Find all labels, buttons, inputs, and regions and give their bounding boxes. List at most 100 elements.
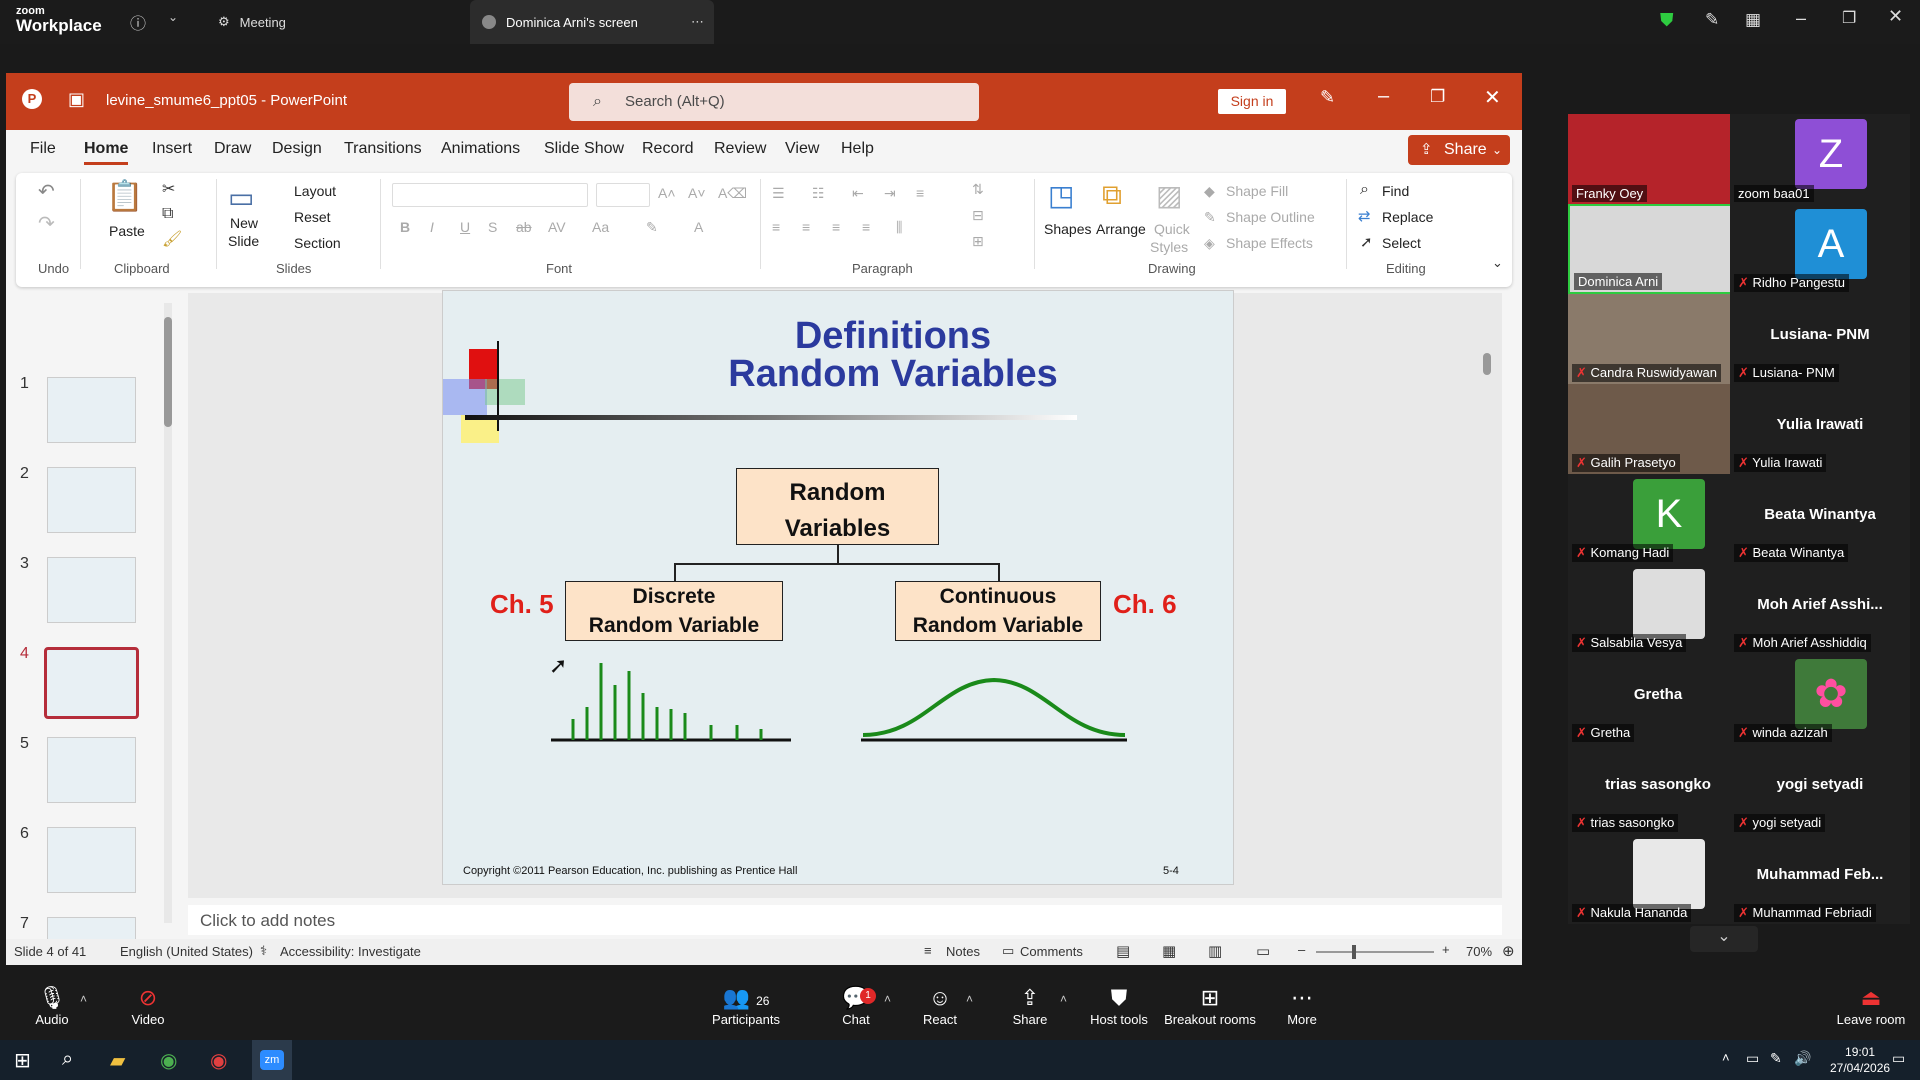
participant-tile[interactable]: Franky Oey (1568, 114, 1748, 204)
sign-in-button[interactable]: Sign in (1218, 89, 1286, 114)
shrink-font-icon[interactable]: A˅ (688, 185, 706, 201)
more-button[interactable]: ⋯ More (1284, 980, 1320, 1040)
arrange-icon[interactable]: ⧉ (1102, 179, 1122, 212)
maximize-icon[interactable]: ❐ (1842, 8, 1856, 28)
close-icon[interactable]: ✕ (1484, 85, 1501, 110)
undo-icon[interactable]: ↶ (38, 179, 55, 204)
tab-shared-screen[interactable]: Dominica Arni's screen ⋯ (470, 0, 714, 44)
audio-button[interactable]: 🎙 Audio (28, 980, 76, 1040)
shapes-icon[interactable]: ◳ (1048, 179, 1074, 212)
thumbnail-scrollbar[interactable] (164, 303, 172, 923)
tab-home[interactable]: Home (84, 140, 129, 165)
share-button[interactable]: ⇪ Share ⌄ (1408, 135, 1510, 165)
search-icon[interactable]: ⌕ (62, 1048, 73, 1071)
slide-thumbnail-4[interactable] (44, 647, 139, 719)
shape-effects-button[interactable]: Shape Effects (1226, 235, 1313, 251)
pencil-icon[interactable]: ✎ (1705, 10, 1719, 30)
minimize-icon[interactable]: – (1378, 85, 1389, 108)
participant-tile[interactable]: Gretha ✗ Gretha (1568, 654, 1748, 744)
slide-thumbnail-5[interactable] (47, 737, 136, 803)
slide-scrollbar[interactable] (1482, 303, 1492, 893)
font-color-icon[interactable]: A (694, 219, 703, 235)
restore-icon[interactable]: ❐ (1430, 87, 1445, 107)
zoom-taskbar-app[interactable]: zm (252, 1040, 292, 1080)
participant-tile[interactable]: ✗ Nakula Hananda (1568, 834, 1748, 924)
decrease-indent-icon[interactable]: ⇤ (852, 185, 864, 202)
slideshow-icon[interactable]: ▭ (1256, 942, 1270, 960)
participant-tile[interactable]: Beata Winantya ✗ Beata Winantya (1730, 474, 1910, 564)
clear-format-icon[interactable]: A⌫ (718, 185, 747, 202)
zoom-in-icon[interactable]: + (1442, 942, 1450, 957)
slide-thumbnail-1[interactable] (47, 377, 136, 443)
react-button[interactable]: ☺ React (922, 980, 958, 1040)
participant-tile-active-speaker[interactable]: Dominica Arni (1568, 204, 1748, 294)
participant-tile[interactable]: trias sasongko ✗ trias sasongko (1568, 744, 1748, 834)
slide-thumbnail-6[interactable] (47, 827, 136, 893)
char-spacing-icon[interactable]: AV (548, 219, 566, 235)
video-button[interactable]: ⊘ Video (124, 980, 172, 1040)
layout-icon[interactable]: ▦ (1745, 10, 1761, 30)
new-slide-icon[interactable]: ▭ (228, 181, 254, 214)
participant-tile[interactable]: A ✗ Ridho Pangestu (1730, 204, 1910, 294)
participant-tile[interactable]: ✗ Candra Ruswidyawan (1568, 294, 1748, 384)
comments-button[interactable]: Comments (1020, 944, 1083, 959)
quick-styles-icon[interactable]: ▨ (1156, 179, 1182, 212)
search-input[interactable]: ⌕ Search (Alt+Q) (569, 83, 979, 121)
participant-tile[interactable]: Z zoom baa01 (1730, 114, 1910, 204)
participant-tile[interactable]: Muhammad Feb... ✗ Muhammad Febriadi (1730, 834, 1910, 924)
paste-button[interactable]: Paste (109, 223, 145, 239)
info-icon[interactable]: ⓘ (130, 10, 146, 34)
zoom-slider[interactable] (1316, 945, 1434, 959)
font-size-select[interactable] (596, 183, 650, 207)
tab-design[interactable]: Design (272, 140, 322, 158)
system-clock[interactable]: 19:01 27/04/2026 (1830, 1044, 1890, 1076)
layout-button[interactable]: Layout (294, 183, 336, 199)
numbering-icon[interactable]: ☷ (812, 185, 825, 202)
zoom-level[interactable]: 70% (1466, 944, 1492, 959)
share-screen-button[interactable]: ⇪ Share (1012, 980, 1048, 1040)
tab-help[interactable]: Help (841, 140, 874, 158)
chat-button[interactable]: 💬 Chat 1 (838, 980, 876, 1040)
pen-icon[interactable]: ✎ (1320, 87, 1335, 108)
slide-thumbnail-2[interactable] (47, 467, 136, 533)
tab-meeting[interactable]: ⚙ Meeting (218, 0, 358, 44)
align-center-icon[interactable]: ≡ (802, 219, 810, 235)
grow-font-icon[interactable]: A˄ (658, 185, 676, 201)
notes-area[interactable]: Click to add notes (188, 905, 1502, 935)
normal-view-icon[interactable]: ▤ (1116, 942, 1130, 960)
font-family-select[interactable] (392, 183, 588, 207)
scrollbar-thumb[interactable] (1483, 353, 1491, 375)
shape-outline-button[interactable]: Shape Outline (1226, 209, 1315, 225)
close-icon[interactable]: ✕ (1888, 6, 1903, 27)
paste-icon[interactable]: 📋 (106, 179, 143, 214)
text-direction-icon[interactable]: ⇅ (972, 181, 984, 198)
shield-icon[interactable]: ⛊ (1660, 10, 1674, 31)
italic-icon[interactable]: I (430, 219, 434, 235)
zoom-out-icon[interactable]: – (1298, 942, 1305, 957)
tab-insert[interactable]: Insert (152, 140, 192, 158)
tab-slide-show[interactable]: Slide Show (544, 140, 624, 158)
participant-tile[interactable]: yogi setyadi ✗ yogi setyadi (1730, 744, 1910, 834)
tab-animations[interactable]: Animations (441, 140, 520, 158)
windows-start-icon[interactable]: ⊞ (14, 1048, 31, 1073)
underline-icon[interactable]: U (460, 219, 470, 235)
pen-icon[interactable]: ✎ (1770, 1050, 1782, 1067)
align-left-icon[interactable]: ≡ (772, 219, 780, 235)
chevron-up-icon[interactable]: ˄ (1060, 992, 1067, 1006)
chrome-profile-icon[interactable]: ◉ (210, 1048, 227, 1073)
slide-sorter-icon[interactable]: ▦ (1162, 942, 1176, 960)
redo-icon[interactable]: ↷ (38, 211, 55, 236)
quick-styles-button-line2[interactable]: Styles (1150, 239, 1188, 255)
arrange-button[interactable]: Arrange (1096, 221, 1146, 237)
chevron-down-icon[interactable]: ⌄ (1492, 255, 1503, 271)
copy-icon[interactable]: ⧉ (162, 205, 173, 223)
notes-button[interactable]: Notes (946, 944, 980, 959)
columns-icon[interactable]: ⫼ (896, 219, 902, 236)
fit-slide-icon[interactable]: ⊕ (1502, 942, 1515, 960)
chrome-icon[interactable]: ◉ (160, 1048, 177, 1073)
bold-icon[interactable]: B (400, 219, 410, 235)
increase-indent-icon[interactable]: ⇥ (884, 185, 896, 202)
gallery-next-page-button[interactable]: ⌄ (1690, 926, 1758, 952)
zoom-slider-thumb[interactable] (1352, 945, 1356, 959)
align-text-icon[interactable]: ⊟ (972, 207, 984, 224)
